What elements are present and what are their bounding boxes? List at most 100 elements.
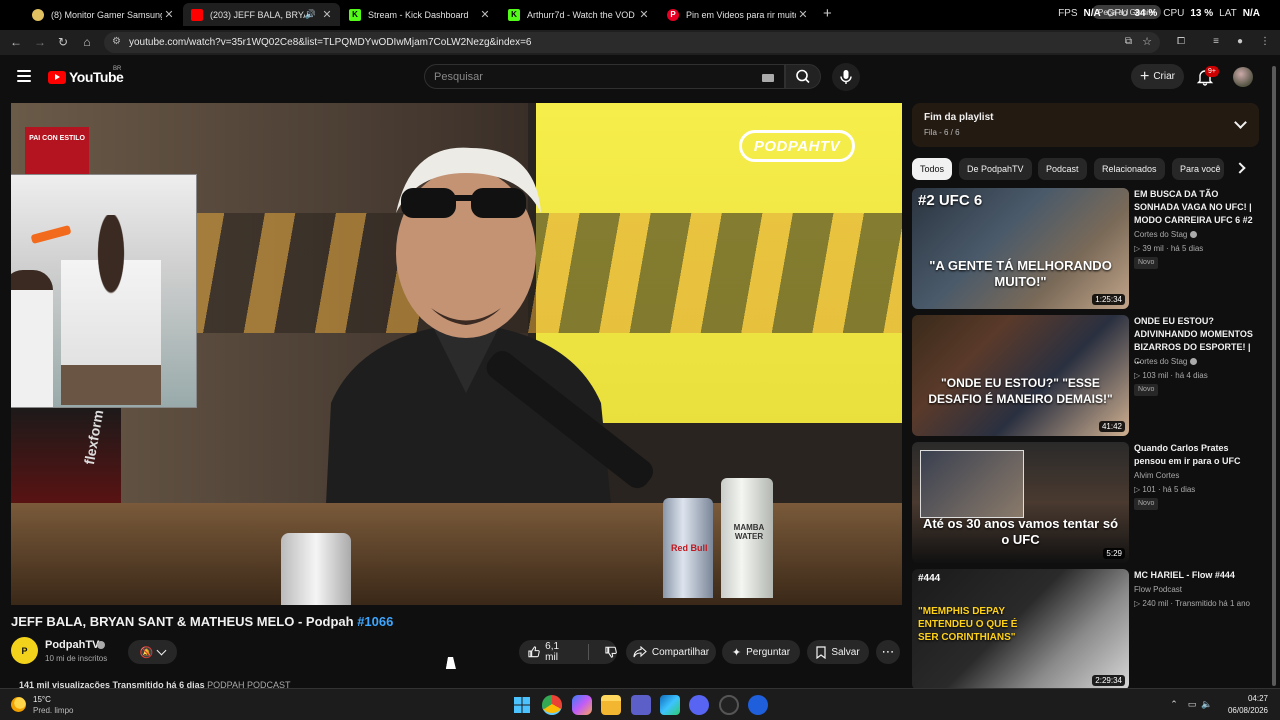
channel-watermark[interactable]: PODPAHTV [739, 130, 855, 162]
playlist-panel[interactable]: Fim da playlist Fila - 6 / 6 [912, 103, 1259, 147]
weather-description[interactable]: Pred. limpo [33, 706, 73, 715]
browser-tab-2[interactable]: (203) JEFF BALA, BRYAN SA 🔊 ✕ [183, 3, 340, 26]
video-thumbnail[interactable]: #2 UFC 6 "A GENTE TÁ MELHORANDO MUITO!" … [912, 188, 1129, 309]
page-scrollbar[interactable] [1270, 60, 1278, 688]
account-avatar[interactable] [1233, 67, 1253, 87]
profile-icon[interactable]: ● [1233, 35, 1247, 49]
chevron-down-icon[interactable] [1234, 116, 1247, 129]
chip-de-podpahtv[interactable]: De PodpahTV [959, 158, 1032, 180]
volume-icon[interactable]: 🔈 [1201, 698, 1213, 710]
scrollbar-thumb[interactable] [1272, 66, 1276, 686]
browser-tab-1[interactable]: (8) Monitor Gamer Samsung Od ✕ [24, 3, 182, 26]
recommendation-title[interactable]: Quando Carlos Prates pensou em ir para o… [1134, 442, 1256, 468]
clock-date[interactable]: 06/08/2026 [1220, 706, 1268, 715]
discord-icon[interactable] [689, 695, 709, 715]
bookmark-star-icon[interactable]: ☆ [1142, 35, 1152, 48]
video-thumbnail[interactable]: "ONDE EU ESTOU?" "ESSE DESAFIO É MANEIRO… [912, 315, 1129, 436]
mouse-cursor [445, 657, 459, 669]
obs-icon[interactable] [719, 695, 739, 715]
save-button[interactable]: Salvar [807, 640, 869, 664]
video-player[interactable]: flexform Red Bull MAMBA WATER PODPAHTV P… [11, 103, 902, 605]
store-icon[interactable] [660, 695, 680, 715]
browser-tab-4[interactable]: K Arthurr7d - Watch the VOD on ✕ [500, 3, 657, 26]
share-button[interactable]: Compartilhar [626, 640, 716, 664]
clock-time[interactable]: 04:27 [1220, 694, 1268, 703]
save-label: Salvar [831, 646, 860, 658]
more-vert-icon[interactable]: ⋮ [1258, 35, 1272, 49]
chip-todos[interactable]: Todos [912, 158, 953, 180]
address-bar[interactable]: ⚙ youtube.com/watch?v=35r1WQ02Ce8&list=T… [104, 32, 1160, 53]
create-button[interactable]: + Criar [1131, 64, 1184, 89]
channel-avatar[interactable]: P [11, 637, 38, 664]
video-thumbnail[interactable]: #444 "MEMPHIS DEPAY ENTENDEU O QUE É SER… [912, 569, 1129, 688]
chevron-right-icon[interactable] [1234, 162, 1246, 174]
back-arrow-icon[interactable]: ← [8, 34, 24, 50]
new-badge: Novo [1134, 384, 1159, 396]
more-actions-button[interactable]: ⋯ [876, 640, 900, 664]
chip-relacionados[interactable]: Relacionados [1094, 158, 1165, 180]
video-thumbnail[interactable]: Até os 30 anos vamos tentar só o UFC 5:2… [912, 442, 1129, 563]
close-icon[interactable]: ✕ [162, 8, 176, 21]
thumbnail-badge-text: #2 UFC 6 [918, 192, 983, 209]
recommendation-channel[interactable]: Cortes do Stag [1134, 230, 1198, 239]
keyboard-icon[interactable] [762, 74, 774, 82]
ea-app-icon[interactable] [748, 695, 768, 715]
network-icon[interactable]: ▭ [1186, 698, 1198, 710]
speaker-icon[interactable]: 🔊 [305, 9, 316, 20]
close-icon[interactable]: ✕ [637, 8, 651, 21]
reload-icon[interactable]: ↻ [55, 34, 71, 50]
recommendation-item[interactable]: #2 UFC 6 "A GENTE TÁ MELHORANDO MUITO!" … [912, 188, 1272, 309]
browser-tab-3[interactable]: K Stream - Kick Dashboard ✕ [341, 3, 498, 26]
video-hashtag-link[interactable]: #1066 [357, 614, 393, 629]
channel-name[interactable]: PodpahTV [45, 639, 99, 651]
recommendation-title[interactable]: EM BUSCA DA TÃO SONHADA VAGA NO UFC! | M… [1134, 188, 1256, 227]
chip-para-voce[interactable]: Para você [1172, 158, 1224, 180]
tab-title: (203) JEFF BALA, BRYAN SA [210, 9, 305, 20]
chrome-icon[interactable] [542, 695, 562, 715]
thumbnail-badge-text: #444 [918, 573, 941, 584]
ask-button[interactable]: ✦ Perguntar [722, 640, 800, 664]
search-box [424, 64, 785, 89]
streamer-webcam-overlay [11, 174, 197, 408]
hamburger-menu-icon[interactable] [17, 70, 31, 82]
pinterest-favicon-icon: P [667, 8, 679, 21]
browser-tab-5[interactable]: P Pin em Videos para rir muito ✕ [659, 3, 816, 26]
thumbs-down-icon[interactable] [604, 645, 617, 659]
gpu-value: 34 % [1134, 8, 1158, 19]
close-icon[interactable]: ✕ [796, 8, 810, 21]
new-tab-button[interactable]: + [823, 5, 832, 22]
reading-list-icon[interactable]: ≡ [1209, 35, 1223, 49]
close-icon[interactable]: ✕ [320, 8, 334, 21]
chevron-up-icon[interactable]: ⌃ [1168, 698, 1180, 710]
like-button[interactable]: 6,1 mil [527, 641, 573, 663]
new-badge: Novo [1134, 257, 1159, 269]
recommendation-channel[interactable]: Alvim Cortes [1134, 471, 1179, 480]
forward-arrow-icon[interactable]: → [32, 34, 48, 50]
windows-start-icon[interactable] [512, 695, 532, 715]
chip-podcast[interactable]: Podcast [1038, 158, 1087, 180]
cpu-label: CPU [1163, 8, 1185, 19]
recommendation-channel[interactable]: Flow Podcast [1134, 585, 1182, 594]
recommendation-channel[interactable]: Cortes do Stag [1134, 357, 1198, 366]
search-input[interactable] [434, 71, 734, 83]
subscription-bell-button[interactable]: 🔕 [128, 640, 177, 664]
weather-sun-icon[interactable] [11, 697, 26, 712]
teams-icon[interactable] [631, 695, 651, 715]
site-info-icon[interactable]: ⚙ [112, 36, 121, 47]
recommendation-item[interactable]: #444 "MEMPHIS DEPAY ENTENDEU O QUE É SER… [912, 569, 1272, 688]
recommendation-item[interactable]: Até os 30 anos vamos tentar só o UFC 5:2… [912, 442, 1272, 563]
recommendation-title[interactable]: MC HARIEL - Flow #444 [1134, 569, 1256, 582]
extensions-icon[interactable]: ⧠ [1174, 35, 1188, 49]
search-button[interactable] [785, 64, 821, 89]
voice-search-button[interactable] [832, 63, 860, 91]
file-explorer-icon[interactable] [601, 695, 621, 715]
microphone-icon [840, 70, 852, 84]
home-icon[interactable]: ⌂ [79, 34, 95, 50]
weather-temperature[interactable]: 15°C [33, 695, 51, 704]
install-app-icon[interactable]: ⧉ [1125, 36, 1132, 47]
close-icon[interactable]: ✕ [478, 8, 492, 21]
copilot-icon[interactable] [572, 695, 592, 715]
chevron-down-icon [156, 645, 167, 655]
address-url[interactable]: youtube.com/watch?v=35r1WQ02Ce8&list=TLP… [129, 37, 531, 48]
recommendation-item[interactable]: "ONDE EU ESTOU?" "ESSE DESAFIO É MANEIRO… [912, 315, 1272, 436]
